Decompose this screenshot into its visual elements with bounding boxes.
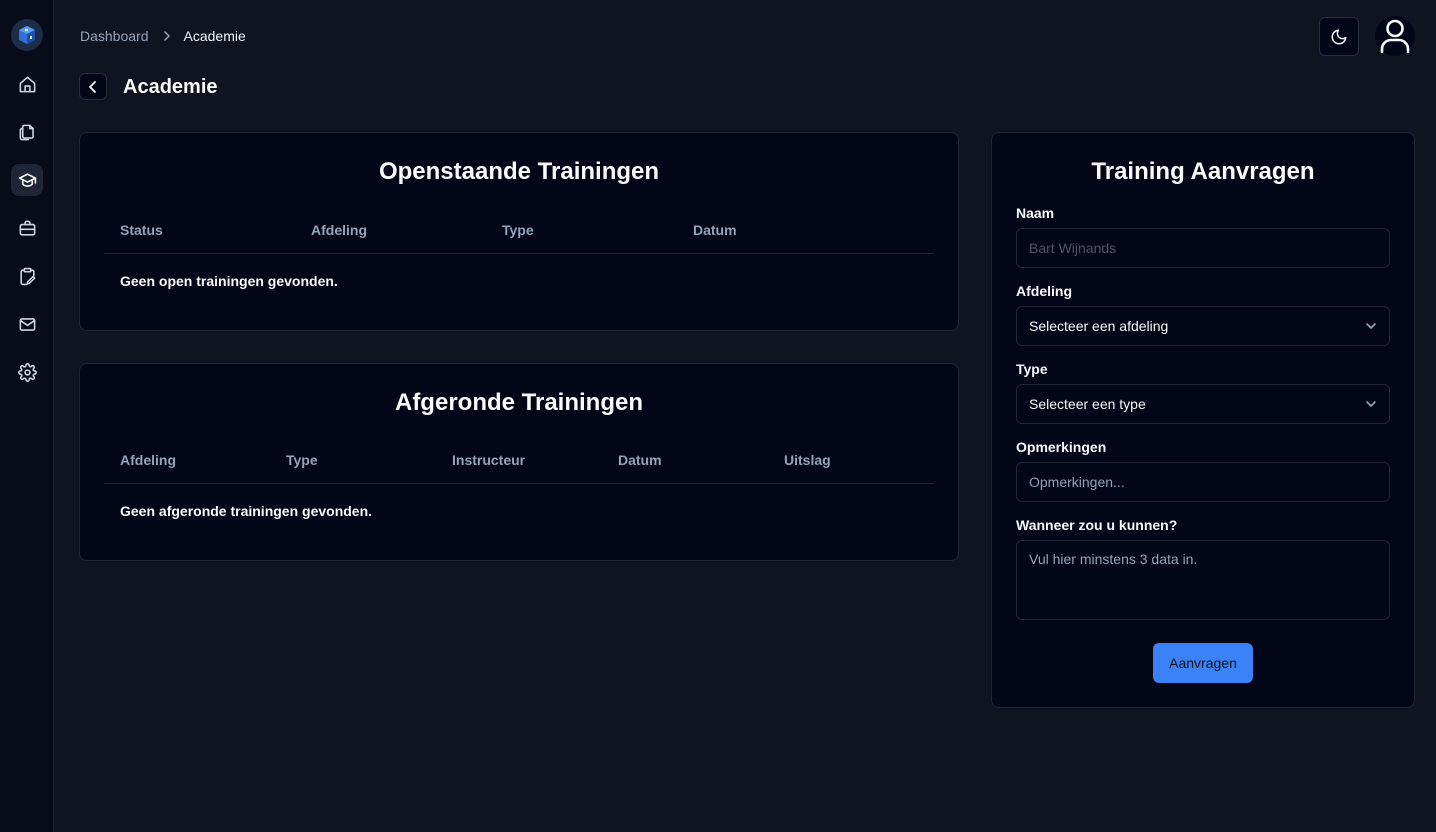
column-header-afdeling: Afdeling: [311, 222, 367, 238]
back-button[interactable]: [79, 73, 107, 100]
table-divider: [104, 483, 934, 484]
sidebar-item-documents[interactable]: [11, 116, 43, 148]
name-input-placeholder: Bart Wijnands: [1029, 240, 1117, 256]
open-trainings-title: Openstaande Trainingen: [378, 158, 660, 185]
user-avatar[interactable]: [1375, 16, 1415, 56]
availability-label: Wanneer zou u kunnen?: [1016, 517, 1178, 533]
sidebar: [0, 0, 54, 832]
breadcrumb-dashboard-link[interactable]: Dashboard: [80, 28, 149, 44]
mail-icon: [19, 317, 35, 331]
completed-trainings-empty-message: Geen afgeronde trainingen gevonden.: [120, 503, 373, 519]
sidebar-item-briefcase[interactable]: [11, 212, 43, 244]
clipboard-icon: [19, 267, 35, 285]
name-label: Naam: [1016, 205, 1055, 221]
availability-textarea[interactable]: Vul hier minstens 3 data in.: [1016, 540, 1390, 620]
remarks-input-placeholder: Opmerkingen...: [1029, 474, 1125, 490]
breadcrumb: Dashboard Academie: [80, 27, 246, 45]
table-divider: [104, 253, 934, 254]
department-select-value: Selecteer een afdeling: [1029, 318, 1169, 334]
training-request-title: Training Aanvragen: [1091, 158, 1315, 185]
training-request-card: Training Aanvragen Naam Bart Wijnands Af…: [991, 132, 1415, 708]
sidebar-item-home[interactable]: [11, 68, 43, 100]
chevron-left-icon: [89, 80, 96, 93]
column-header-uitslag: Uitslag: [784, 452, 831, 468]
completed-trainings-card: Afgeronde Trainingen Afdeling Type Instr…: [79, 363, 959, 561]
sidebar-item-academy[interactable]: [11, 164, 43, 196]
sidebar-item-clipboard[interactable]: [11, 260, 43, 292]
chevron-right-icon: [163, 31, 171, 41]
logo-cube-icon: [19, 26, 35, 44]
home-icon: [19, 76, 35, 92]
column-header-type: Type: [286, 452, 318, 468]
column-header-instructeur: Instructeur: [452, 452, 526, 468]
column-header-status: Status: [120, 222, 163, 238]
completed-trainings-title: Afgeronde Trainingen: [394, 389, 643, 416]
submit-request-button[interactable]: Aanvragen: [1153, 643, 1253, 683]
sidebar-item-mail[interactable]: [11, 308, 43, 340]
department-label: Afdeling: [1016, 283, 1072, 299]
user-icon: [1380, 19, 1410, 53]
chevron-down-icon: [1365, 400, 1377, 408]
availability-textarea-placeholder: Vul hier minstens 3 data in.: [1029, 551, 1198, 567]
column-header-datum: Datum: [618, 452, 662, 468]
sidebar-item-settings[interactable]: [11, 356, 43, 388]
breadcrumb-current: Academie: [183, 28, 246, 44]
department-select[interactable]: Selecteer een afdeling: [1016, 306, 1390, 346]
documents-icon: [19, 124, 34, 140]
column-header-afdeling: Afdeling: [120, 452, 176, 468]
type-select[interactable]: Selecteer een type: [1016, 384, 1390, 424]
theme-toggle-button[interactable]: [1319, 17, 1359, 56]
moon-icon: [1331, 29, 1347, 44]
column-header-datum: Datum: [693, 222, 737, 238]
chevron-down-icon: [1365, 322, 1377, 330]
column-header-type: Type: [502, 222, 534, 238]
name-input[interactable]: Bart Wijnands: [1016, 228, 1390, 268]
type-label: Type: [1016, 361, 1048, 377]
app-logo[interactable]: [11, 19, 43, 51]
open-trainings-empty-message: Geen open trainingen gevonden.: [120, 273, 338, 289]
type-select-value: Selecteer een type: [1029, 396, 1146, 412]
settings-icon: [17, 362, 37, 382]
page-title: Academie: [123, 76, 218, 98]
academy-icon: [18, 172, 36, 187]
briefcase-icon: [19, 220, 35, 236]
open-trainings-card: Openstaande Trainingen Status Afdeling T…: [79, 132, 959, 331]
remarks-label: Opmerkingen: [1016, 439, 1107, 455]
remarks-input[interactable]: Opmerkingen...: [1016, 462, 1390, 502]
